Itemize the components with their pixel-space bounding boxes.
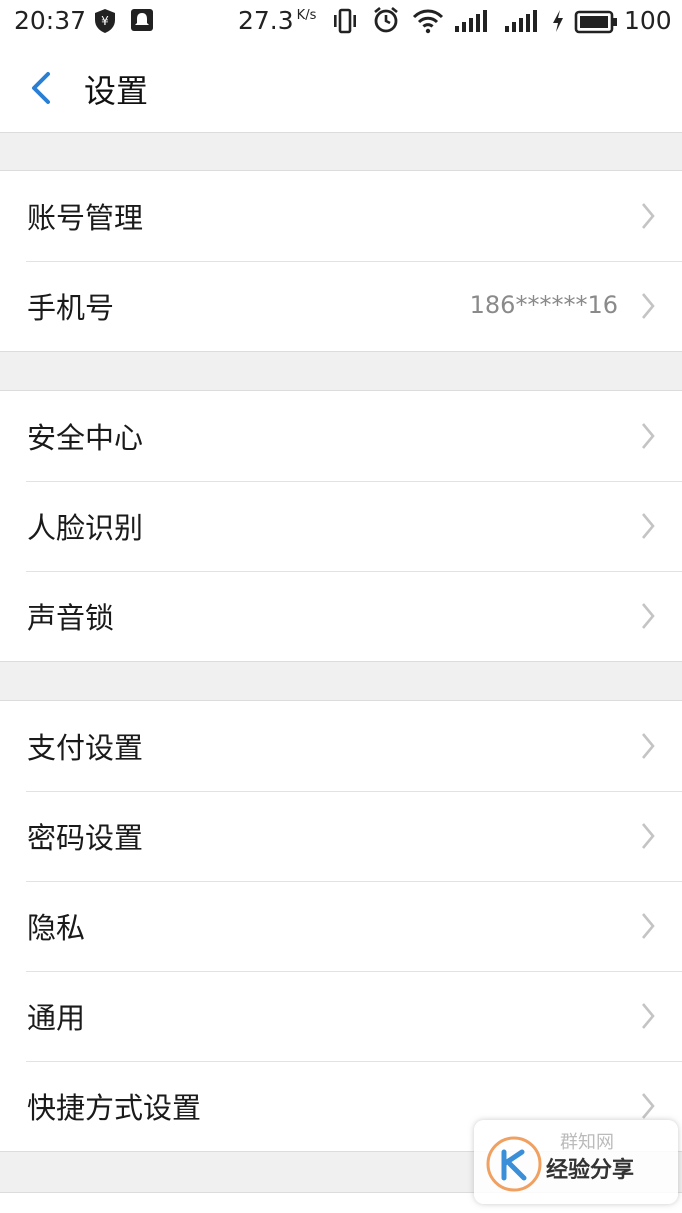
settings-row-account-management[interactable]: 账号管理 (0, 171, 682, 261)
signal-icon (455, 10, 487, 32)
chevron-right-icon (642, 203, 655, 229)
row-label: 支付设置 (27, 731, 144, 765)
svg-text:¥: ¥ (101, 14, 109, 28)
chevron-right-icon (642, 603, 655, 629)
settings-group-security: 安全中心 人脸识别 声音锁 (0, 390, 682, 662)
settings-row-general[interactable]: 通用 (0, 971, 682, 1061)
chevron-right-icon (642, 913, 655, 939)
phone-number-value: 186******16 (469, 291, 618, 319)
row-label: 安全中心 (27, 421, 144, 455)
status-time: 20:37 (14, 6, 87, 35)
settings-row-face-recognition[interactable]: 人脸识别 (0, 481, 682, 571)
watermark-logo-icon (486, 1136, 542, 1192)
settings-row-password[interactable]: 密码设置 (0, 791, 682, 881)
app-header: 设置 (0, 44, 682, 133)
chevron-right-icon (642, 423, 655, 449)
settings-row-security-center[interactable]: 安全中心 (0, 391, 682, 481)
settings-group-general: 支付设置 密码设置 隐私 通用 快捷方式设置 (0, 700, 682, 1152)
network-speed-unit: K/s (296, 8, 317, 23)
settings-group-account: 账号管理 手机号 186******16 (0, 170, 682, 352)
chevron-right-icon (642, 513, 655, 539)
row-label: 通用 (27, 1001, 86, 1035)
row-label: 人脸识别 (27, 511, 144, 545)
row-label: 密码设置 (27, 821, 144, 855)
row-label: 手机号 (27, 291, 115, 325)
row-label: 账号管理 (27, 201, 144, 235)
chevron-right-icon (642, 1093, 655, 1119)
watermark-site: 群知网 (560, 1132, 614, 1153)
signal-icon-2 (505, 10, 537, 32)
settings-row-phone-number[interactable]: 手机号 186******16 (0, 261, 682, 351)
row-label: 快捷方式设置 (27, 1091, 202, 1125)
battery-icon (574, 10, 617, 34)
row-label: 隐私 (27, 911, 86, 945)
settings-row-payment[interactable]: 支付设置 (0, 701, 682, 791)
vibrate-icon (334, 8, 356, 34)
row-label: 声音锁 (27, 601, 115, 635)
charging-icon (553, 10, 563, 32)
watermark-text: 经验分享 (546, 1158, 635, 1183)
notification-icon (131, 9, 153, 31)
status-bar: 20:37 ¥ 27.3 K/s 100 (0, 0, 682, 44)
shield-yen-icon: ¥ (95, 9, 115, 33)
wifi-icon (412, 9, 444, 34)
chevron-right-icon (642, 823, 655, 849)
alarm-icon (374, 6, 398, 33)
network-speed-value: 27.3 (238, 6, 294, 35)
settings-row-voice-lock[interactable]: 声音锁 (0, 571, 682, 661)
page-title: 设置 (84, 72, 149, 110)
chevron-right-icon (642, 293, 655, 319)
chevron-right-icon (642, 733, 655, 759)
network-speed: 27.3 K/s (238, 6, 316, 35)
chevron-right-icon (642, 1003, 655, 1029)
battery-level: 100 (624, 6, 672, 35)
back-arrow-icon[interactable] (22, 66, 62, 110)
watermark-badge: 群知网 经验分享 (474, 1120, 678, 1204)
settings-row-privacy[interactable]: 隐私 (0, 881, 682, 971)
